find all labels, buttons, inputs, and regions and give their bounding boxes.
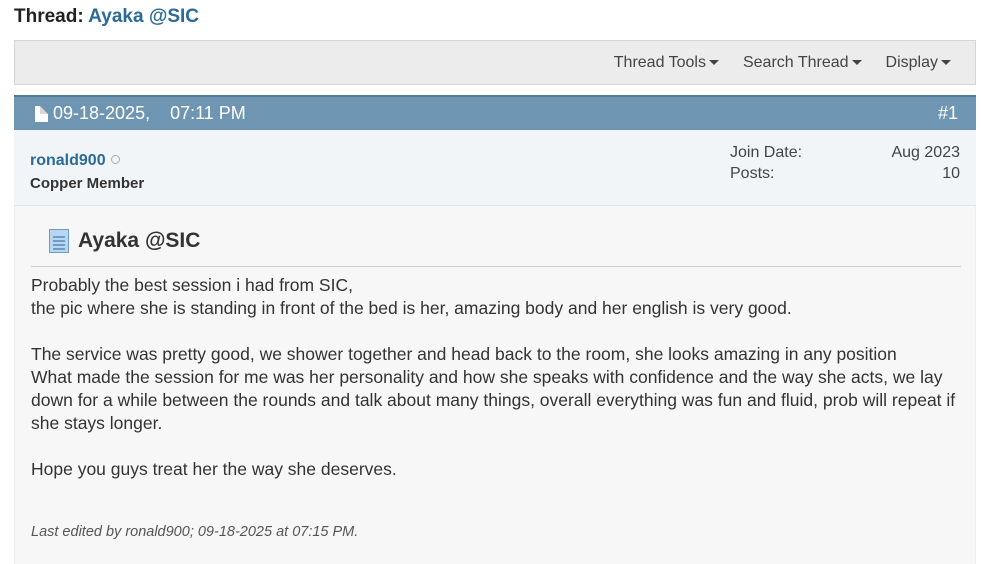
post-title: Ayaka @SIC [49,229,200,253]
message-line: The service was pretty good, we shower t… [31,344,897,364]
user-info-bar: ronald900 Copper Member Join Date: Aug 2… [14,130,976,206]
chevron-down-icon [941,60,951,65]
thread-title: Thread: Ayaka @SIC [14,6,199,28]
post-document-icon [49,229,69,253]
display-label: Display [885,53,938,71]
title-divider [31,266,961,267]
message-line: Probably the best session i had from SIC… [31,275,353,295]
thread-toolbar: Thread Tools Search Thread Display [14,40,976,85]
search-thread-label: Search Thread [742,53,849,71]
edited-note: Last edited by ronald900; 09-18-2025 at … [31,524,359,540]
post-date: 09-18-2025, [53,103,151,123]
message-line: Hope you guys treat her the way she dese… [31,459,397,479]
post-time: 07:11 PM [170,103,246,123]
document-icon [35,105,48,122]
join-date-label: Join Date: [730,144,803,161]
thread-tools-menu[interactable]: Thread Tools [614,54,719,72]
post-number-link[interactable]: #1 [938,103,958,124]
posts-label: Posts: [730,165,775,182]
thread-title-link[interactable]: Ayaka @SIC [88,6,199,27]
message-line: What made the session for me was her per… [31,367,956,433]
post-header: 09-18-2025, 07:11 PM #1 [14,95,976,130]
join-date-value: Aug 2023 [891,144,960,161]
chevron-down-icon [851,60,862,65]
chevron-down-icon [708,60,719,65]
post-body: Ayaka @SIC Probably the best session i h… [14,206,976,564]
thread-title-prefix: Thread: [14,6,84,27]
post-title-text: Ayaka @SIC [78,229,201,252]
user-stats: Join Date: Aug 2023 Posts: 10 [730,142,960,184]
display-menu[interactable]: Display [886,54,951,72]
message-line: the pic where she is standing in front o… [31,298,792,318]
username-link[interactable]: ronald900 [30,152,120,170]
search-thread-menu[interactable]: Search Thread [743,54,862,72]
thread-tools-label: Thread Tools [613,53,706,71]
username: ronald900 [30,152,106,169]
posts-value: 10 [942,165,960,182]
user-title: Copper Member [30,175,145,192]
offline-status-icon [110,155,120,164]
post-message: Probably the best session i had from SIC… [31,274,966,481]
